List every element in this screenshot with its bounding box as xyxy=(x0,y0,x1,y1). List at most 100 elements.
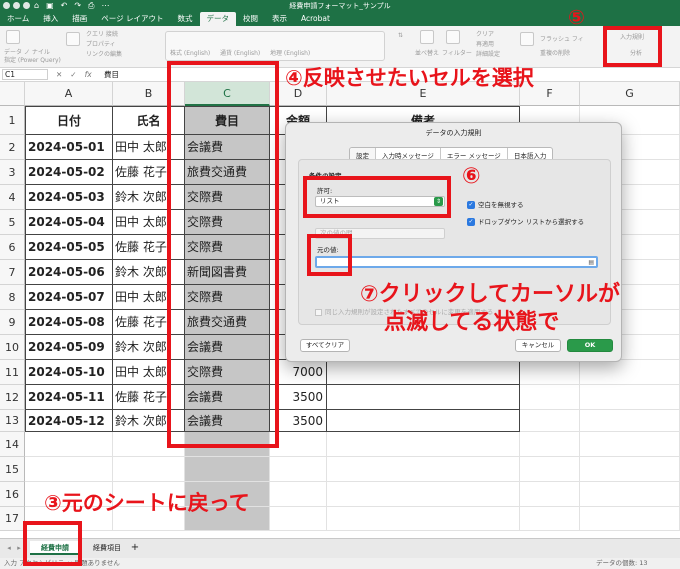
row-header[interactable]: 14 xyxy=(0,432,25,457)
column-header-g[interactable]: G xyxy=(580,82,680,106)
refresh-icon[interactable] xyxy=(66,32,80,46)
stocks-type[interactable]: 株式 (English) xyxy=(170,48,210,57)
column-header-c[interactable]: C xyxy=(185,82,270,106)
row-header[interactable]: 17 xyxy=(0,507,25,531)
table-cell[interactable]: 田中 太郎 xyxy=(113,135,185,160)
currencies-type[interactable]: 通貨 (English) xyxy=(220,48,260,57)
table-cell[interactable]: 旅費交通費 xyxy=(185,160,270,185)
name-box[interactable]: C1 xyxy=(2,69,48,80)
table-cell[interactable]: 3500 xyxy=(270,385,327,410)
grid-cell[interactable] xyxy=(520,457,580,482)
tab-home[interactable]: ホーム xyxy=(0,12,36,26)
table-cell-remarks[interactable] xyxy=(327,385,520,410)
table-cell[interactable]: 新聞図書費 xyxy=(185,260,270,285)
cancel-button[interactable]: キャンセル xyxy=(515,339,561,352)
tab-view[interactable]: 表示 xyxy=(265,12,294,26)
table-cell[interactable]: 7000 xyxy=(270,360,327,385)
row-header[interactable]: 7 xyxy=(0,260,25,285)
grid-cell[interactable] xyxy=(580,507,680,531)
grid-cell[interactable] xyxy=(270,457,327,482)
grid-cell[interactable] xyxy=(25,432,113,457)
row-header[interactable]: 13 xyxy=(0,410,25,432)
grid-cell[interactable] xyxy=(580,360,680,385)
table-cell[interactable]: 会議費 xyxy=(185,385,270,410)
grid-cell[interactable] xyxy=(520,507,580,531)
tab-formulas[interactable]: 数式 xyxy=(171,12,200,26)
grid-cell[interactable] xyxy=(185,457,270,482)
grid-cell[interactable] xyxy=(25,457,113,482)
flash-fill[interactable]: フラッシュ フィ xyxy=(540,34,584,43)
formula-input[interactable]: 費目 xyxy=(104,68,119,82)
sort-button[interactable] xyxy=(420,30,434,44)
table-cell[interactable]: 2024-05-03 xyxy=(25,185,113,210)
allow-select[interactable]: リスト ⇕ xyxy=(315,196,445,207)
table-cell[interactable]: 交際費 xyxy=(185,185,270,210)
geography-type[interactable]: 地理 (English) xyxy=(270,48,310,57)
properties[interactable]: プロパティ xyxy=(86,39,116,48)
table-cell[interactable]: 田中 太郎 xyxy=(113,360,185,385)
remove-duplicates[interactable]: 重複の削除 xyxy=(540,48,570,57)
table-cell[interactable]: 2024-05-01 xyxy=(25,135,113,160)
grid-cell[interactable] xyxy=(520,385,580,410)
table-cell[interactable]: 旅費交通費 xyxy=(185,310,270,335)
grid-cell[interactable] xyxy=(580,457,680,482)
scroll-right-icon[interactable]: ▸ xyxy=(14,541,24,555)
in-cell-dropdown-checkbox[interactable]: ✓ ドロップダウン リストから選択する xyxy=(467,216,584,226)
grid-cell[interactable] xyxy=(520,360,580,385)
table-cell[interactable]: 2024-05-12 xyxy=(25,410,113,432)
grid-cell[interactable] xyxy=(580,385,680,410)
collapse-dialog-icon[interactable]: ▤ xyxy=(588,259,594,266)
table-cell[interactable]: 2024-05-11 xyxy=(25,385,113,410)
table-cell[interactable]: 会議費 xyxy=(185,410,270,432)
enter-icon[interactable]: ✓ xyxy=(70,70,76,79)
queries-connections[interactable]: クエリ 接続 xyxy=(86,29,118,38)
scroll-left-icon[interactable]: ◂ xyxy=(4,541,14,555)
table-cell[interactable]: 2024-05-08 xyxy=(25,310,113,335)
edit-links[interactable]: リンクの編集 xyxy=(86,49,122,58)
grid-cell[interactable] xyxy=(580,432,680,457)
table-cell[interactable]: 鈴木 次郎 xyxy=(113,260,185,285)
row-header[interactable]: 11 xyxy=(0,360,25,385)
row-header[interactable]: 15 xyxy=(0,457,25,482)
grid-cell[interactable] xyxy=(520,410,580,432)
table-cell[interactable]: 交際費 xyxy=(185,235,270,260)
row-header[interactable]: 16 xyxy=(0,482,25,507)
table-cell[interactable]: 佐藤 花子 xyxy=(113,310,185,335)
advanced-filter[interactable]: 詳細設定 xyxy=(476,49,500,58)
ok-button[interactable]: OK xyxy=(567,339,613,352)
grid-cell[interactable] xyxy=(270,482,327,507)
table-cell[interactable]: 会議費 xyxy=(185,135,270,160)
grid-cell[interactable] xyxy=(580,482,680,507)
cancel-icon[interactable]: ✕ xyxy=(56,70,62,79)
tab-data[interactable]: データ xyxy=(199,12,237,26)
row-header[interactable]: 3 xyxy=(0,160,25,185)
table-cell[interactable]: 佐藤 花子 xyxy=(113,385,185,410)
fx-icon[interactable]: ✕ ✓ fx xyxy=(56,68,92,82)
grid-cell[interactable] xyxy=(113,457,185,482)
table-cell[interactable]: 2024-05-05 xyxy=(25,235,113,260)
grid-cell[interactable] xyxy=(327,432,520,457)
table-cell[interactable]: 2024-05-06 xyxy=(25,260,113,285)
table-cell[interactable]: 2024-05-09 xyxy=(25,335,113,360)
grid-cell[interactable] xyxy=(185,432,270,457)
table-cell[interactable]: 佐藤 花子 xyxy=(113,235,185,260)
tab-insert[interactable]: 挿入 xyxy=(36,12,65,26)
table-cell[interactable]: 田中 太郎 xyxy=(113,210,185,235)
reapply-filter[interactable]: 再適用 xyxy=(476,39,494,48)
table-cell[interactable]: 鈴木 次郎 xyxy=(113,335,185,360)
table-cell[interactable]: 交際費 xyxy=(185,285,270,310)
row-header[interactable]: 1 xyxy=(0,106,25,135)
table-cell-remarks[interactable] xyxy=(327,410,520,432)
row-header[interactable]: 8 xyxy=(0,285,25,310)
grid-cell[interactable] xyxy=(270,432,327,457)
tab-review[interactable]: 校閲 xyxy=(236,12,265,26)
row-header[interactable]: 12 xyxy=(0,385,25,410)
tab-acrobat[interactable]: Acrobat xyxy=(294,12,337,26)
text-to-columns-icon[interactable] xyxy=(520,32,534,46)
grid-cell[interactable] xyxy=(580,410,680,432)
add-sheet-button[interactable]: + xyxy=(128,541,142,555)
sheet-tab-expense-items[interactable]: 経費項目 xyxy=(82,541,132,555)
row-header[interactable]: 5 xyxy=(0,210,25,235)
grid-cell[interactable] xyxy=(327,507,520,531)
table-header-cell[interactable]: 費目 xyxy=(185,106,270,135)
